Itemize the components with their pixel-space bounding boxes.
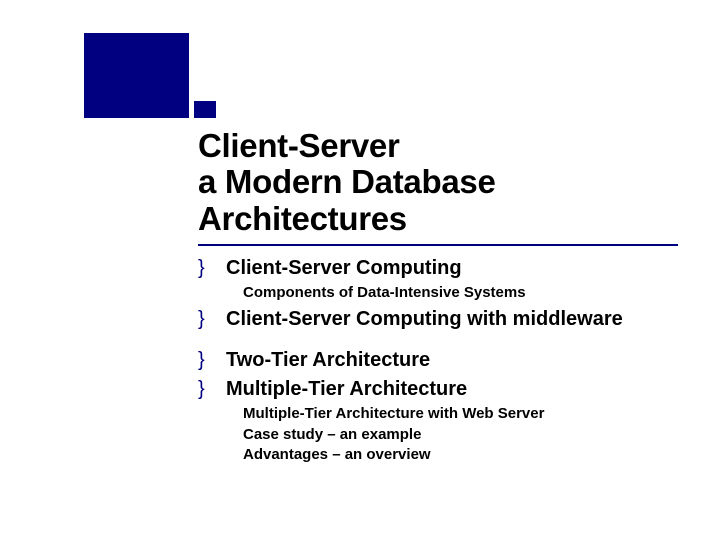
decor-block-large xyxy=(84,33,189,118)
title-line-1: Client-Server xyxy=(198,128,658,164)
bullet-text: Client-Server Computing with middleware xyxy=(226,307,623,332)
sub-item: Components of Data-Intensive Systems xyxy=(243,283,688,303)
bullet-item: } Client-Server Computing with middlewar… xyxy=(198,307,688,332)
decor-block-small xyxy=(194,101,216,118)
bullet-text: Client-Server Computing xyxy=(226,256,462,281)
sub-item: Advantages – an overview xyxy=(243,445,688,465)
title-underline xyxy=(198,244,678,246)
sub-item: Multiple-Tier Architecture with Web Serv… xyxy=(243,404,688,424)
bullet-text: Two-Tier Architecture xyxy=(226,348,430,373)
bullet-icon: } xyxy=(198,379,226,399)
sub-block: Multiple-Tier Architecture with Web Serv… xyxy=(243,404,688,465)
bullet-icon: } xyxy=(198,258,226,278)
bullet-item: } Two-Tier Architecture xyxy=(198,348,688,373)
slide-title: Client-Server a Modern Database Architec… xyxy=(198,128,658,237)
bullet-icon: } xyxy=(198,350,226,370)
slide: Client-Server a Modern Database Architec… xyxy=(0,0,720,540)
bullet-icon: } xyxy=(198,309,226,329)
bullet-text: Multiple-Tier Architecture xyxy=(226,377,467,402)
title-line-2: a Modern Database xyxy=(198,164,658,200)
bullet-item: } Client-Server Computing xyxy=(198,256,688,281)
content-body: } Client-Server Computing Components of … xyxy=(198,252,688,465)
sub-block: Components of Data-Intensive Systems xyxy=(243,283,688,303)
sub-item: Case study – an example xyxy=(243,425,688,445)
title-line-3: Architectures xyxy=(198,201,658,237)
bullet-item: } Multiple-Tier Architecture xyxy=(198,377,688,402)
